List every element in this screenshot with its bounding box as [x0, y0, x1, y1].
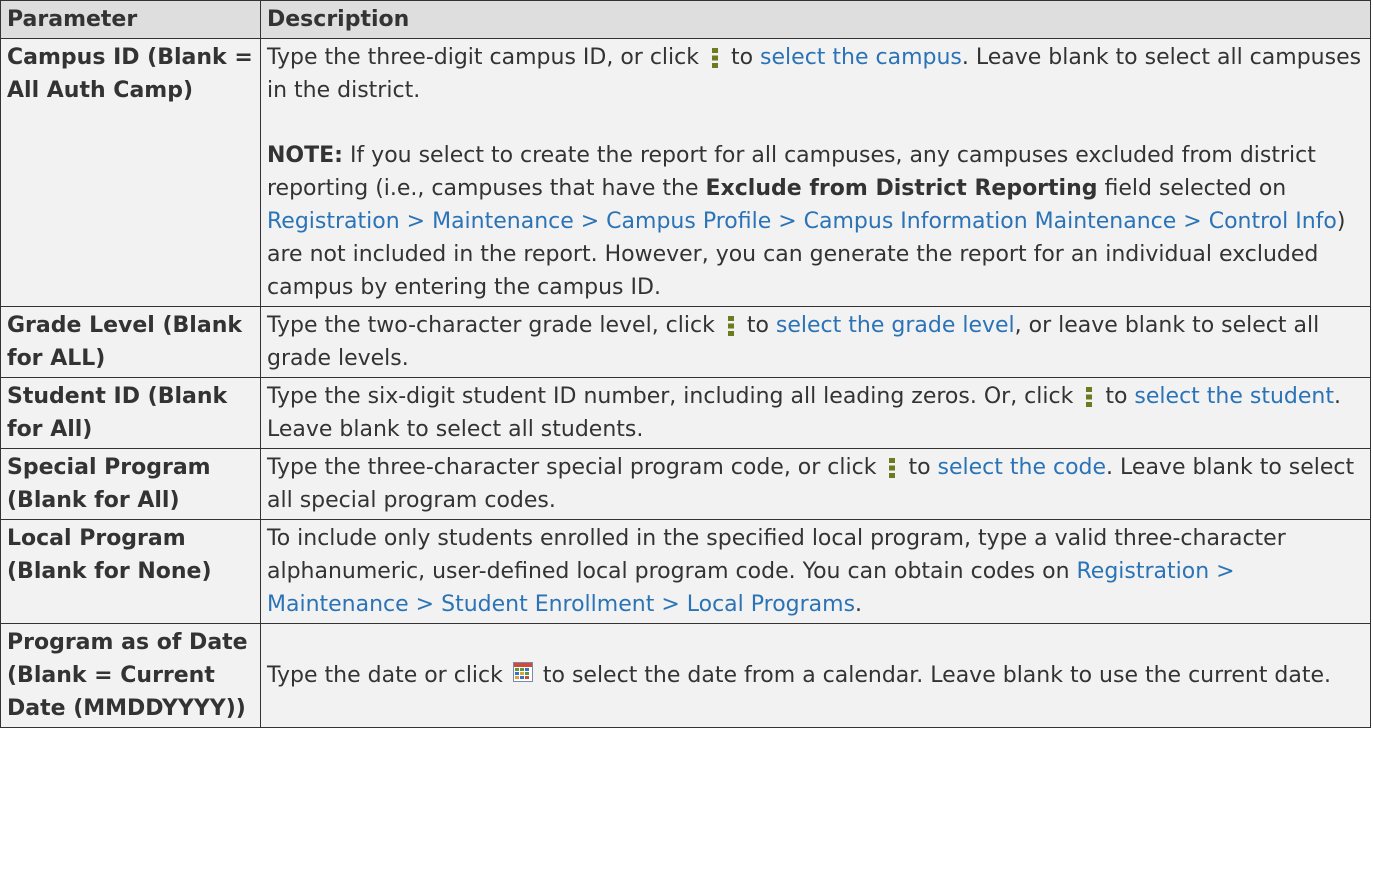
description-text: to — [901, 455, 938, 480]
parameter-description: To include only students enrolled in the… — [260, 519, 1371, 624]
parameter-name: Student ID (Blank for All) — [0, 377, 261, 449]
description-text: Type the six-digit student ID number, in… — [267, 384, 1081, 409]
table-row: Student ID (Blank for All) Type the six-… — [0, 377, 1371, 449]
note-text: field selected on — [1097, 176, 1287, 201]
parameter-description: Type the date or click to select the dat… — [260, 623, 1371, 728]
table-row: Local Program (Blank for None) To includ… — [0, 519, 1371, 624]
select-grade-level-link[interactable]: select the grade level — [776, 313, 1015, 338]
table-row: Special Program (Blank for All) Type the… — [0, 448, 1371, 520]
kebab-lookup-icon[interactable] — [1080, 387, 1098, 407]
select-campus-link[interactable]: select the campus — [760, 45, 962, 70]
control-info-link[interactable]: Registration > Maintenance > Campus Prof… — [267, 209, 1337, 234]
parameter-name: Local Program (Blank for None) — [0, 519, 261, 624]
select-student-link[interactable]: select the student — [1134, 384, 1334, 409]
note-field-name: Exclude from District Reporting — [705, 176, 1098, 201]
table-header-row: Parameter Description — [0, 0, 1371, 39]
description-text: Type the three-digit campus ID, or click — [267, 45, 706, 70]
calendar-icon[interactable] — [512, 659, 533, 692]
parameter-description: Type the two-character grade level, clic… — [260, 306, 1371, 378]
parameter-description: Type the three-character special program… — [260, 448, 1371, 520]
parameter-name: Grade Level (Blank for ALL) — [0, 306, 261, 378]
description-text: Type the date or click — [267, 662, 510, 688]
table-row: Program as of Date (Blank = Current Date… — [0, 623, 1371, 728]
parameters-table: Parameter Description Campus ID (Blank =… — [0, 0, 1371, 728]
kebab-lookup-icon[interactable] — [706, 48, 724, 68]
parameter-name: Program as of Date (Blank = Current Date… — [0, 623, 261, 728]
parameter-description: Type the six-digit student ID number, in… — [260, 377, 1371, 449]
description-text: to select the date from a calendar. Leav… — [535, 662, 1332, 688]
header-parameter: Parameter — [0, 0, 261, 39]
header-description: Description — [260, 0, 1371, 39]
parameter-name: Campus ID (Blank = All Auth Camp) — [0, 38, 261, 307]
table-row: Grade Level (Blank for ALL) Type the two… — [0, 306, 1371, 378]
kebab-lookup-icon[interactable] — [883, 458, 901, 478]
description-text: to — [739, 313, 776, 338]
select-code-link[interactable]: select the code — [938, 455, 1107, 480]
parameter-description: Type the three-digit campus ID, or click… — [260, 38, 1371, 307]
note-label: NOTE: — [267, 143, 343, 168]
parameter-name: Special Program (Blank for All) — [0, 448, 261, 520]
description-text: . — [855, 592, 863, 617]
description-text: Type the three-character special program… — [267, 455, 884, 480]
note-paragraph: NOTE: If you select to create the report… — [267, 139, 1364, 304]
table-row: Campus ID (Blank = All Auth Camp) Type t… — [0, 38, 1371, 307]
description-text: Type the two-character grade level, clic… — [267, 313, 722, 338]
kebab-lookup-icon[interactable] — [722, 316, 740, 336]
description-text: to — [1098, 384, 1135, 409]
